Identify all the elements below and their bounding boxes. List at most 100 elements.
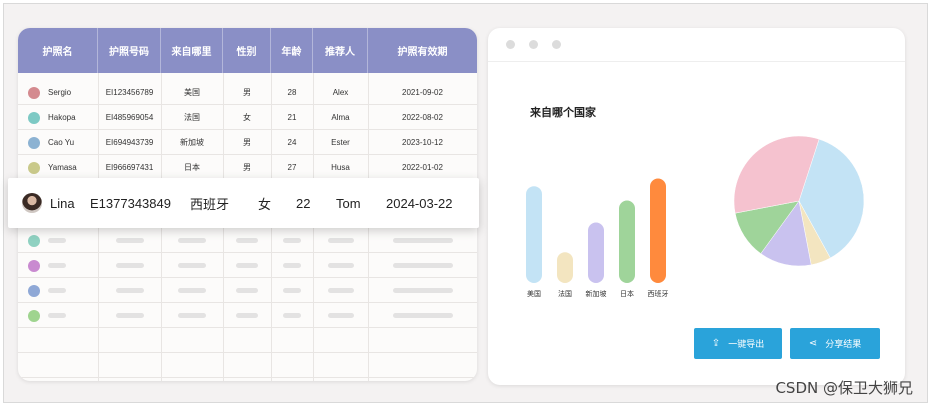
placeholder-bar — [236, 238, 258, 243]
passport-name: Yamasa — [48, 163, 77, 172]
placeholder-bar — [178, 238, 206, 243]
window-dot[interactable] — [506, 40, 515, 49]
placeholder-bar — [115, 313, 144, 318]
from-country: 新加坡 — [180, 138, 204, 147]
avatar-dot — [28, 136, 40, 149]
avatar-dot — [28, 161, 40, 174]
referrer: Alma — [331, 113, 350, 122]
highlighted-row[interactable]: Lina E1377343849 西班牙 女 22 Tom 2024-03-22 — [8, 178, 479, 228]
avatar-dot — [28, 86, 40, 99]
avatar-dot — [28, 259, 40, 272]
placeholder-bar — [283, 313, 301, 318]
age: 28 — [287, 88, 297, 97]
expiry-date: 2022-08-02 — [402, 113, 443, 122]
referrer: Husa — [331, 163, 350, 172]
header-passport-name[interactable]: 护照名 — [18, 28, 98, 73]
passport-name: Hakopa — [48, 113, 76, 122]
passport-name: Sergio — [48, 88, 72, 97]
expiry-date: 2024-03-22 — [386, 195, 453, 211]
gender: 女 — [243, 113, 251, 122]
placeholder-bar — [236, 263, 258, 268]
placeholder-bar — [115, 263, 144, 268]
passport-number: EI485969054 — [105, 113, 154, 122]
placeholder-bar — [392, 313, 453, 318]
empty-row — [18, 329, 477, 353]
gender: 男 — [243, 163, 251, 172]
upload-icon: ⇪ — [711, 338, 721, 349]
from-country: 西班牙 — [190, 196, 230, 212]
from-country: 法国 — [184, 113, 200, 122]
age: 22 — [296, 195, 311, 211]
gender: 男 — [243, 138, 251, 147]
passport-number: EI694943739 — [105, 138, 154, 147]
placeholder-bar — [283, 238, 301, 243]
placeholder-bar — [48, 238, 66, 243]
table-row[interactable]: Hakopa EI485969054 法国 女 21 Alma 2022-08-… — [18, 106, 477, 130]
bar-category-label: 西班牙 — [648, 289, 669, 298]
placeholder-bar — [178, 313, 206, 318]
referrer: Alex — [332, 88, 349, 97]
placeholder-bar — [48, 288, 66, 293]
from-country: 美国 — [184, 88, 200, 97]
window-titlebar — [488, 28, 905, 62]
passport-name: Cao Yu — [48, 138, 75, 147]
placeholder-bar — [115, 238, 144, 243]
bar — [619, 200, 635, 283]
age: 24 — [287, 138, 297, 147]
table-header: 护照名 护照号码 来自哪里 性别 年龄 推荐人 护照有效期 — [18, 28, 477, 73]
placeholder-bar — [48, 313, 66, 318]
window-dot[interactable] — [529, 40, 538, 49]
placeholder-row — [18, 229, 477, 253]
passport-name: Lina — [50, 195, 75, 211]
from-country: 日本 — [184, 163, 200, 172]
bar — [526, 186, 542, 283]
placeholder-bar — [327, 288, 354, 293]
header-gender[interactable]: 性别 — [223, 28, 271, 73]
placeholder-bar — [392, 263, 453, 268]
table-row[interactable]: Cao Yu EI694943739 新加坡 男 24 Ester 2023-1… — [18, 131, 477, 155]
empty-row — [18, 354, 477, 378]
window-dot[interactable] — [552, 40, 561, 49]
bar — [650, 178, 666, 283]
share-button[interactable]: ⋖ 分享结果 — [790, 328, 880, 359]
bar-category-label: 日本 — [620, 289, 634, 298]
chart-window: 来自哪个国家 美国 法国 新加坡 日本 西班牙 ⇪ 一键导出 ⋖ 分享结果 — [488, 28, 905, 385]
header-referrer[interactable]: 推荐人 — [313, 28, 368, 73]
bar — [588, 222, 604, 283]
avatar-dot — [28, 111, 40, 124]
placeholder-bar — [392, 288, 453, 293]
chart-title: 来自哪个国家 — [530, 107, 596, 119]
avatar-dot — [28, 309, 40, 322]
placeholder-bar — [48, 263, 66, 268]
placeholder-bar — [283, 288, 301, 293]
placeholder-bar — [236, 313, 258, 318]
placeholder-row — [18, 279, 477, 303]
bar-category-label: 法国 — [558, 289, 572, 298]
placeholder-bar — [236, 288, 258, 293]
referrer: Ester — [331, 138, 350, 147]
avatar — [22, 193, 42, 213]
export-button[interactable]: ⇪ 一键导出 — [694, 328, 782, 359]
placeholder-bar — [115, 288, 144, 293]
gender: 男 — [243, 88, 251, 97]
table-row[interactable]: Yamasa EI966697431 日本 男 27 Husa 2022-01-… — [18, 156, 477, 180]
placeholder-bar — [178, 288, 206, 293]
share-icon: ⋖ — [808, 338, 818, 349]
placeholder-row — [18, 254, 477, 278]
age: 21 — [287, 113, 297, 122]
bar — [557, 252, 573, 283]
share-button-label: 分享结果 — [825, 339, 862, 349]
passport-number: E1377343849 — [90, 195, 171, 211]
placeholder-bar — [392, 238, 453, 243]
table-row[interactable]: Sergio EI123456789 美国 男 28 Alex 2021-09-… — [18, 81, 477, 105]
gender: 女 — [258, 196, 272, 212]
header-expiry[interactable]: 护照有效期 — [368, 28, 477, 73]
age: 27 — [287, 163, 297, 172]
header-passport-number[interactable]: 护照号码 — [98, 28, 161, 73]
expiry-date: 2023-10-12 — [402, 138, 443, 147]
expiry-date: 2021-09-02 — [402, 88, 443, 97]
stage: 护照名 护照号码 来自哪里 性别 年龄 推荐人 护照有效期 Sergio EI1… — [3, 3, 928, 403]
header-from[interactable]: 来自哪里 — [161, 28, 223, 73]
header-age[interactable]: 年龄 — [271, 28, 313, 73]
placeholder-bar — [178, 263, 206, 268]
